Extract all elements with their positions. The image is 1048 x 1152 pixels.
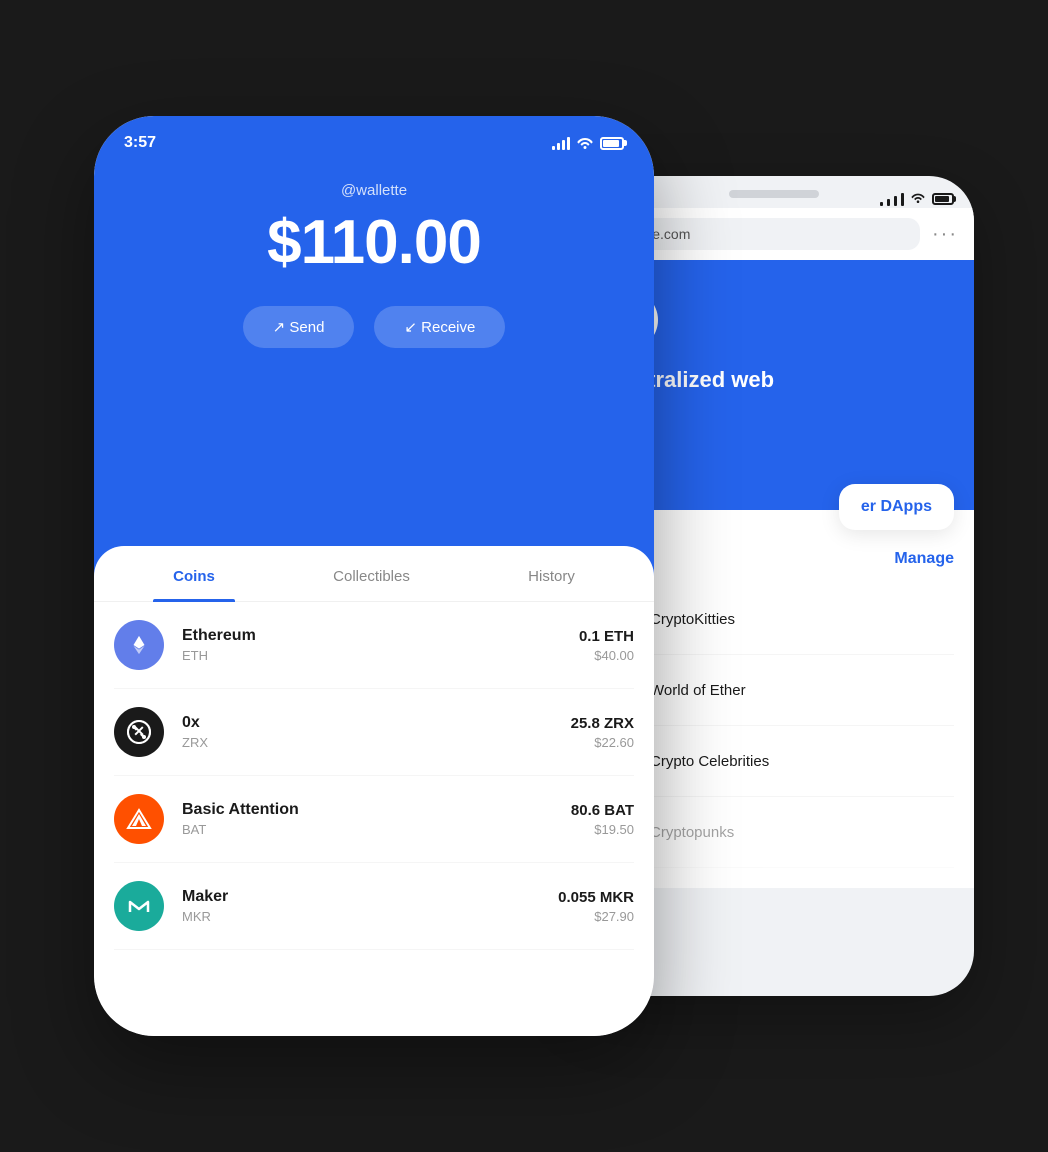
tabs-row: Coins Collectibles History xyxy=(94,546,654,602)
zrx-amounts: 25.8 ZRX $22.60 xyxy=(571,715,634,750)
coin-list: Ethereum ETH 0.1 ETH $40.00 xyxy=(94,602,654,950)
battery-icon xyxy=(600,137,624,150)
status-bar: 3:57 xyxy=(94,116,654,152)
signal-icon xyxy=(552,136,570,150)
back-signal-icon xyxy=(880,192,904,206)
wallet-username: @wallette xyxy=(94,182,654,199)
explore-dapps-bubble[interactable]: er DApps xyxy=(839,484,954,530)
mkr-symbol: MKR xyxy=(182,909,558,924)
svg-text:✕: ✕ xyxy=(133,723,145,739)
bat-amount: 80.6 BAT xyxy=(571,802,634,819)
cryptocelebrities-name: Crypto Celebrities xyxy=(650,753,769,770)
receive-button[interactable]: ↙ Receive xyxy=(374,306,505,348)
eth-icon xyxy=(114,620,164,670)
back-phone-notch xyxy=(729,190,819,198)
explore-dapps-text: er DApps xyxy=(861,498,932,515)
zrx-info: 0x ZRX xyxy=(182,714,571,750)
back-wifi-icon xyxy=(910,190,926,208)
tab-history[interactable]: History xyxy=(508,546,595,601)
wallet-actions: ↗ Send ↙ Receive xyxy=(94,306,654,348)
zrx-name: 0x xyxy=(182,714,571,732)
bat-name: Basic Attention xyxy=(182,801,571,819)
wallet-card: Coins Collectibles History xyxy=(94,546,654,1036)
eth-name: Ethereum xyxy=(182,627,579,645)
mkr-usd: $27.90 xyxy=(558,909,634,924)
coin-row-bat[interactable]: Basic Attention BAT 80.6 BAT $19.50 xyxy=(114,776,634,863)
worldofether-name: World of Ether xyxy=(650,682,746,699)
eth-amount: 0.1 ETH xyxy=(579,628,634,645)
coin-row-eth[interactable]: Ethereum ETH 0.1 ETH $40.00 xyxy=(114,602,634,689)
bat-icon xyxy=(114,794,164,844)
wifi-icon xyxy=(576,135,594,152)
mkr-amounts: 0.055 MKR $27.90 xyxy=(558,889,634,924)
mkr-name: Maker xyxy=(182,888,558,906)
status-icons xyxy=(552,135,624,152)
eth-info: Ethereum ETH xyxy=(182,627,579,663)
send-button[interactable]: ↗ Send xyxy=(243,306,355,348)
tab-collectibles[interactable]: Collectibles xyxy=(313,546,430,601)
bat-symbol: BAT xyxy=(182,822,571,837)
bat-usd: $19.50 xyxy=(571,822,634,837)
mkr-amount: 0.055 MKR xyxy=(558,889,634,906)
zrx-usd: $22.60 xyxy=(571,735,634,750)
browser-menu-icon[interactable]: ··· xyxy=(932,223,958,246)
wallet-balance: $110.00 xyxy=(94,207,654,278)
bat-info: Basic Attention BAT xyxy=(182,801,571,837)
eth-usd: $40.00 xyxy=(579,648,634,663)
cryptokitties-name: CryptoKitties xyxy=(650,611,735,628)
tab-coins[interactable]: Coins xyxy=(153,546,235,601)
zrx-symbol: ZRX xyxy=(182,735,571,750)
mkr-info: Maker MKR xyxy=(182,888,558,924)
back-battery-icon xyxy=(932,193,954,205)
zrx-icon: ✕ xyxy=(114,707,164,757)
bat-amounts: 80.6 BAT $19.50 xyxy=(571,802,634,837)
coin-row-zrx[interactable]: ✕ 0x ZRX 25.8 ZRX $22.60 xyxy=(114,689,634,776)
front-phone: 3:57 @wallette $110.00 xyxy=(94,116,654,1036)
wallet-header: 3:57 @wallette $110.00 xyxy=(94,116,654,596)
eth-symbol: ETH xyxy=(182,648,579,663)
clock: 3:57 xyxy=(124,134,156,152)
eth-amounts: 0.1 ETH $40.00 xyxy=(579,628,634,663)
coin-row-mkr[interactable]: Maker MKR 0.055 MKR $27.90 xyxy=(114,863,634,950)
cryptopunks-name: Cryptopunks xyxy=(650,824,734,841)
mkr-icon xyxy=(114,881,164,931)
zrx-amount: 25.8 ZRX xyxy=(571,715,634,732)
